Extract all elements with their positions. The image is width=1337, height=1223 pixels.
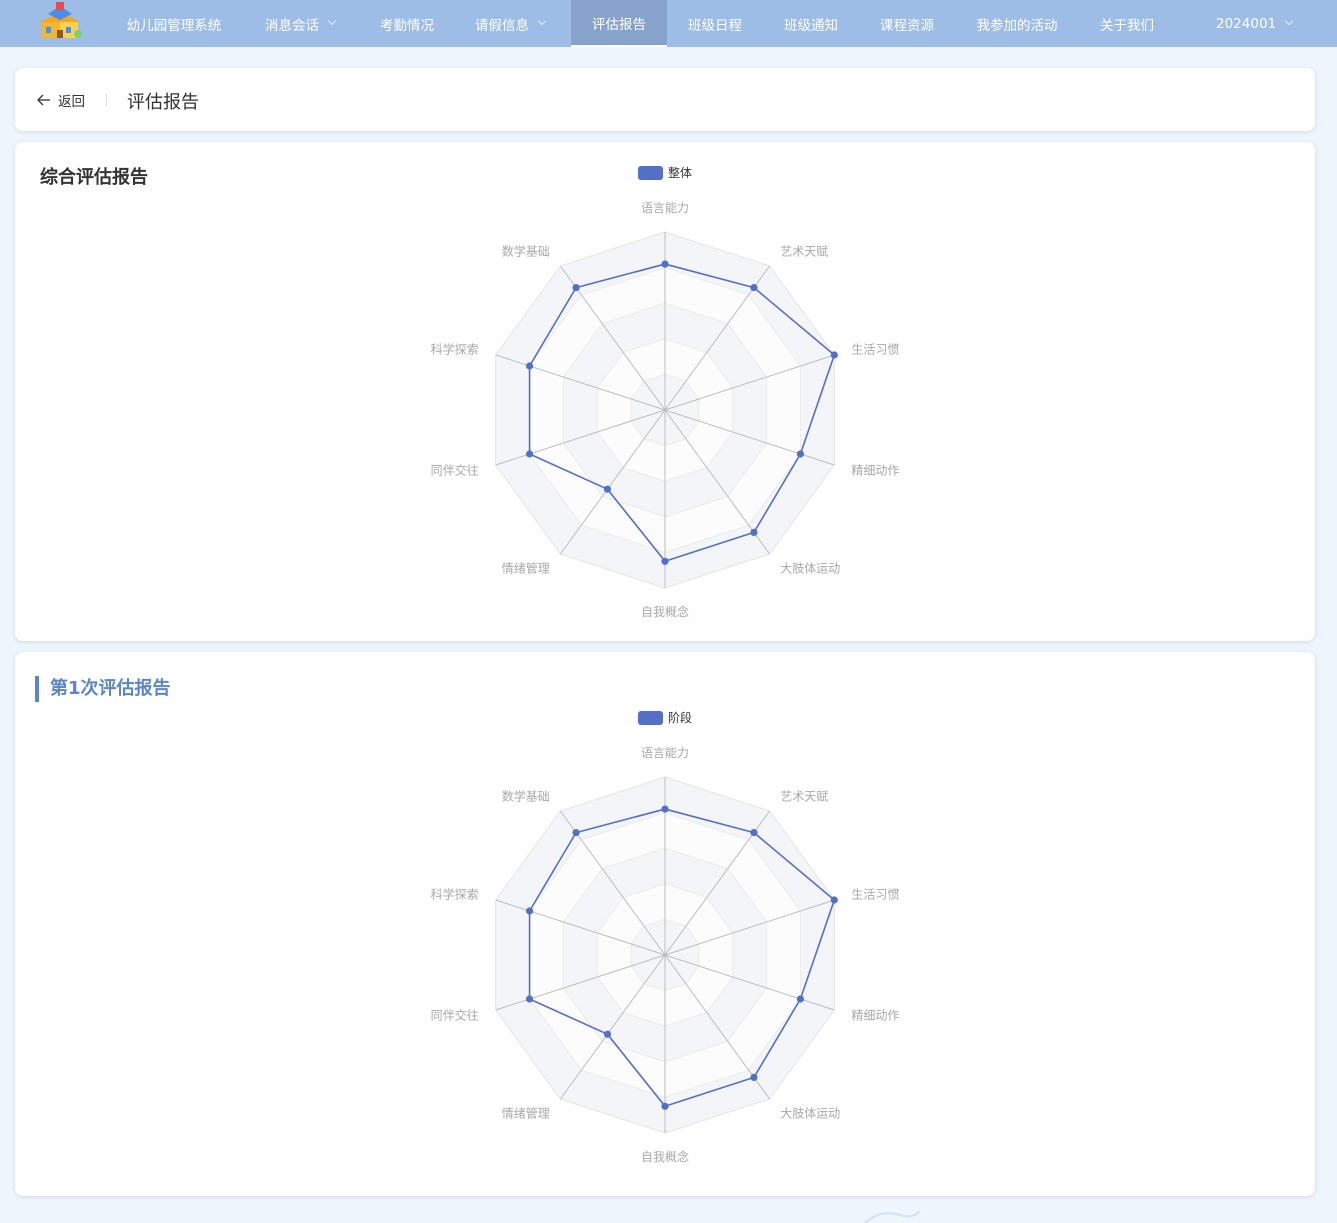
radar-axis-label: 精细动作 (851, 1009, 899, 1023)
user-id-label: 2024001 (1216, 15, 1277, 32)
back-label: 返回 (58, 94, 85, 110)
nav-item-label: 课程资源 (880, 17, 934, 34)
radar-data-point[interactable] (525, 450, 534, 458)
nav-item-label: 消息会话 (265, 17, 319, 34)
radar-data-point[interactable] (796, 450, 805, 458)
radar-data-point[interactable] (661, 260, 669, 268)
stage-report-card: 第1次评估报告 阶段 语言能力 艺术天赋 生活习惯 精细动作 大肢体运动 自我概念 情绪管理同… (15, 652, 1315, 1196)
page-title: 评估报告 (127, 92, 199, 113)
chart-legend[interactable]: 整体 (638, 165, 692, 180)
radar-data-point[interactable] (572, 283, 580, 292)
nav-item-0[interactable]: 幼儿园管理系统 (115, 0, 233, 47)
radar-axis-label: 自我概念 (641, 604, 689, 619)
radar-data-point[interactable] (830, 351, 838, 359)
radar-data-point[interactable] (830, 896, 838, 904)
kindergarten-logo-icon[interactable] (34, 0, 86, 42)
radar-axis-label: 语言能力 (641, 201, 689, 215)
radar-data-point[interactable] (572, 828, 580, 837)
nav-item-label: 评估报告 (592, 16, 646, 33)
arrow-left-icon (37, 94, 50, 106)
header-divider (106, 93, 107, 107)
chevron-down-icon (327, 16, 337, 26)
radar-data-point[interactable] (525, 995, 534, 1003)
radar-data-point[interactable] (661, 1102, 669, 1110)
radar-axis-label: 大肢体运动 (780, 1106, 840, 1121)
radar-data-point[interactable] (525, 907, 534, 915)
nav-item-4[interactable]: 评估报告 (571, 0, 667, 47)
chevron-down-icon (1284, 16, 1294, 26)
radar-axis-label: 自我概念 (641, 1149, 689, 1164)
nav-item-1[interactable]: 消息会话 (253, 0, 347, 47)
radar-axis-label: 艺术天赋 (780, 789, 828, 803)
radar-axis-label: 同伴交往 (431, 463, 479, 478)
back-button[interactable]: 返回 (37, 90, 85, 110)
radar-data-point[interactable] (661, 557, 669, 565)
radar-data-point[interactable] (750, 1073, 758, 1082)
decorative-watermark-icon (864, 1210, 921, 1223)
legend-label: 整体 (668, 165, 692, 180)
radar-axis-label: 数学基础 (502, 788, 550, 803)
nav-item-label: 班级通知 (784, 17, 838, 34)
nav-item-5[interactable]: 班级日程 (677, 0, 753, 47)
radar-axis-label: 语言能力 (641, 746, 689, 760)
overall-report-card: 综合评估报告 整体 语言能力 艺术天赋 生活习惯 精细动作 大肢体运动 自我概念 情绪管理 同伴… (15, 142, 1315, 641)
radar-data-point[interactable] (661, 805, 669, 813)
legend-swatch (638, 166, 663, 180)
legend-label: 阶段 (668, 710, 692, 725)
nav-item-label: 请假信息 (475, 17, 529, 34)
radar-axis-label: 数学基础 (502, 243, 550, 258)
nav-item-label: 幼儿园管理系统 (126, 17, 222, 34)
chevron-down-icon (537, 16, 547, 26)
nav-item-7[interactable]: 课程资源 (869, 0, 945, 47)
stage-radar-chart: 阶段语言能力艺术天赋生活习惯精细动作大肢体运动自我概念 情绪管理 同伴交往 科学探索 数… (431, 710, 900, 1164)
radar-axis-label: 科学探索 (431, 341, 479, 356)
radar-axis-label: 大肢体运动 (780, 561, 840, 576)
top-nav-bar: 幼儿园管理系统 消息会话 考勤情况 请假信息 评估报告 班级日程 班级通知 课程资源 我参加的活… (0, 0, 1337, 47)
user-menu[interactable]: 2024001 (1206, 0, 1302, 47)
nav-item-9[interactable]: 关于我们 (1089, 0, 1165, 47)
radar-data-point[interactable] (603, 1030, 612, 1038)
radar-axis-label: 生活习惯 (851, 886, 899, 901)
radar-axis-label: 艺术天赋 (780, 244, 828, 258)
page-header-card: 返回 评估报告 (15, 68, 1315, 131)
radar-data-point[interactable] (750, 283, 758, 292)
radar-axis-label: 科学探索 (431, 886, 479, 901)
radar-axis-label: 精细动作 (851, 464, 899, 478)
nav-item-label: 关于我们 (1100, 17, 1154, 34)
nav-item-label: 考勤情况 (380, 17, 434, 34)
radar-axis-label: 生活习惯 (851, 341, 899, 356)
legend-swatch (638, 711, 663, 725)
radar-data-point[interactable] (750, 528, 758, 537)
radar-data-point[interactable] (525, 362, 534, 370)
radar-axis-label: 情绪管理 (502, 561, 550, 576)
radar-data-point[interactable] (796, 995, 805, 1003)
nav-item-label: 班级日程 (688, 17, 742, 34)
radar-axis-label: 同伴交往 (431, 1008, 479, 1023)
radar-data-point[interactable] (750, 828, 758, 837)
nav-item-8[interactable]: 我参加的活动 (965, 0, 1069, 47)
radar-axis-label: 情绪管理 (502, 1106, 550, 1121)
nav-item-label: 我参加的活动 (976, 17, 1058, 34)
radar-data-point[interactable] (603, 485, 612, 493)
overall-radar-chart: 整体语言能力艺术天赋生活习惯精细动作大肢体运动自我概念 情绪管理 同伴交往 科学探索 数… (431, 165, 900, 619)
nav-item-3[interactable]: 请假信息 (465, 0, 555, 47)
nav-item-6[interactable]: 班级通知 (773, 0, 849, 47)
chart-legend[interactable]: 阶段 (638, 710, 692, 725)
nav-item-2[interactable]: 考勤情况 (369, 0, 445, 47)
